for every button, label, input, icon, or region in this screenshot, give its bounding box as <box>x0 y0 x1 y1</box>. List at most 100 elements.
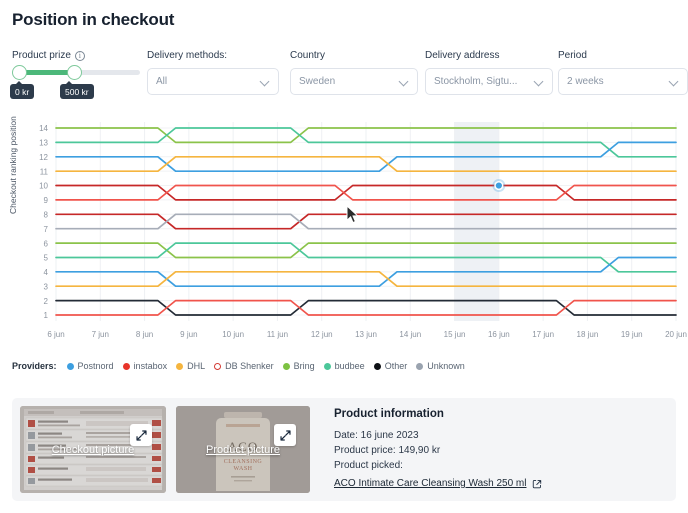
legend-item-label: Postnord <box>77 361 114 371</box>
x-axis-tick-label: 11 jun <box>267 330 288 339</box>
legend-marker-icon <box>176 362 184 370</box>
legend-item-unknown[interactable]: Unknown <box>416 361 465 371</box>
product-prize-label-text: Product prize <box>12 50 71 61</box>
y-axis-tick-label: 1 <box>44 311 49 320</box>
x-axis-tick-label: 20 jun <box>665 330 687 339</box>
product-prize-filter: Product prize i 0 kr 500 kr <box>10 50 142 99</box>
legend-marker-icon <box>214 362 222 370</box>
legend-item-budbee[interactable]: budbee <box>323 361 365 371</box>
y-axis-tick-label: 5 <box>44 254 49 263</box>
x-axis-tick-label: 14 jun <box>399 330 421 339</box>
x-axis-tick-label: 10 jun <box>222 330 244 339</box>
chevron-down-icon <box>535 77 544 86</box>
chevron-down-icon <box>261 77 270 86</box>
delivery-methods-filter: Delivery methods: All <box>147 50 279 95</box>
country-filter: Country Sweden <box>290 50 418 95</box>
legend-item-dhl[interactable]: DHL <box>176 361 205 371</box>
legend-item-label: budbee <box>334 361 365 371</box>
legend-item-db-shenker[interactable]: DB Shenker <box>214 361 274 371</box>
period-label: Period <box>558 50 587 61</box>
chart-highlight-band <box>454 122 499 321</box>
x-axis-tick-label: 13 jun <box>355 330 377 339</box>
external-link-icon <box>532 479 541 488</box>
legend-item-label: Bring <box>293 361 315 371</box>
page-title: Position in checkout <box>12 10 175 29</box>
filter-bar: Product prize i 0 kr 500 kr Delivery met… <box>10 50 688 112</box>
checkout-picture-thumbnail[interactable]: Checkout picture <box>20 406 166 493</box>
x-axis-tick-label: 6 jun <box>47 330 64 339</box>
delivery-methods-value: All <box>156 76 168 87</box>
legend-marker-icon <box>416 362 424 370</box>
providers-legend: Providers: Postnord instabox DHL DB Shenker… <box>12 361 465 371</box>
x-axis-tick-label: 17 jun <box>532 330 554 339</box>
expand-product-picture-button[interactable] <box>274 424 296 446</box>
x-axis-tick-label: 12 jun <box>311 330 333 339</box>
legend-item-label: DB Shenker <box>225 361 274 371</box>
legend-item-other[interactable]: Other <box>373 361 408 371</box>
y-axis-tick-label: 6 <box>44 239 49 248</box>
slider-max-value: 500 kr <box>60 81 94 99</box>
position-in-checkout-page: Position in checkout Product prize i 0 k… <box>0 0 688 513</box>
legend-marker-icon <box>373 362 381 370</box>
product-date: Date: 16 june 2023 <box>334 430 419 441</box>
legend-marker-icon <box>66 362 74 370</box>
info-icon[interactable]: i <box>74 50 85 61</box>
legend-item-label: DHL <box>187 361 206 371</box>
y-axis-tick-label: 8 <box>44 211 49 220</box>
product-link[interactable]: ACO Intimate Care Cleansing Wash 250 ml <box>334 478 542 489</box>
delivery-address-label: Delivery address <box>425 50 500 61</box>
y-axis-tick-label: 14 <box>39 124 48 133</box>
x-axis-tick-label: 16 jun <box>488 330 510 339</box>
delivery-address-select[interactable]: Stockholm, Sigtu... <box>425 68 553 95</box>
delivery-address-value: Stockholm, Sigtu... <box>434 76 518 87</box>
country-select[interactable]: Sweden <box>290 68 418 95</box>
x-axis-tick-label: 18 jun <box>577 330 599 339</box>
checkout-ranking-chart[interactable]: Checkout ranking position 1 2 3 4 5 6 7 8 9 10 11 1… <box>0 116 688 350</box>
period-select[interactable]: 2 weeks <box>558 68 688 95</box>
x-axis-tick-label: 8 jun <box>136 330 153 339</box>
slider-value-bubbles: 0 kr 500 kr <box>10 81 142 99</box>
y-axis-tick-label: 3 <box>44 282 49 291</box>
product-price: Product price: 149,90 kr <box>334 445 441 456</box>
price-range-slider[interactable] <box>12 65 140 80</box>
y-axis-tick-label: 11 <box>40 167 49 176</box>
chart-canvas[interactable]: 12345678910111213146 jun 7 jun 8 jun 9 jun 1… <box>0 118 688 350</box>
legend-item-instabox[interactable]: instabox <box>122 361 167 371</box>
country-value: Sweden <box>299 76 336 87</box>
legend-item-label: Unknown <box>427 361 465 371</box>
product-prize-label: Product prize i <box>12 50 142 61</box>
product-information-block: Product information Date: 16 june 2023 P… <box>334 408 664 491</box>
expand-checkout-picture-button[interactable] <box>130 424 152 446</box>
product-link-text: ACO Intimate Care Cleansing Wash 250 ml <box>334 478 527 489</box>
chevron-down-icon <box>400 77 409 86</box>
slider-handle-max[interactable] <box>67 65 82 80</box>
delivery-address-filter: Delivery address Stockholm, Sigtu... <box>425 50 553 95</box>
y-axis-tick-label: 7 <box>44 225 49 234</box>
x-axis-tick-label: 9 jun <box>180 330 197 339</box>
slider-fill <box>19 70 74 75</box>
chart-selected-point[interactable] <box>495 182 502 189</box>
slider-handle-min[interactable] <box>12 65 27 80</box>
expand-icon <box>279 429 291 441</box>
legend-marker-icon <box>282 362 290 370</box>
x-axis-tick-label: 7 jun <box>92 330 109 339</box>
delivery-methods-label: Delivery methods: <box>147 50 228 61</box>
slider-min-value: 0 kr <box>10 81 35 99</box>
y-axis-tick-label: 4 <box>44 268 49 277</box>
y-axis-tick-label: 13 <box>39 139 48 148</box>
legend-item-postnord[interactable]: Postnord <box>66 361 114 371</box>
delivery-methods-select[interactable]: All <box>147 68 279 95</box>
y-axis-tick-label: 2 <box>44 297 49 306</box>
product-picture-thumbnail[interactable]: ACO CLEANSING WASH Product picture <box>176 406 310 493</box>
country-label: Country <box>290 50 326 61</box>
expand-icon <box>135 429 147 441</box>
chevron-down-icon <box>670 77 679 86</box>
y-axis-tick-label: 10 <box>39 182 48 191</box>
product-info-card: Checkout picture ACO CLEANSING WASH Prod… <box>12 398 676 501</box>
x-axis-tick-label: 15 jun <box>444 330 466 339</box>
y-axis-tick-label: 12 <box>39 153 48 162</box>
product-picked-label: Product picked: <box>334 460 403 471</box>
legend-item-label: Other <box>384 361 408 371</box>
x-axis-tick-label: 19 jun <box>621 330 643 339</box>
legend-item-bring[interactable]: Bring <box>282 361 315 371</box>
